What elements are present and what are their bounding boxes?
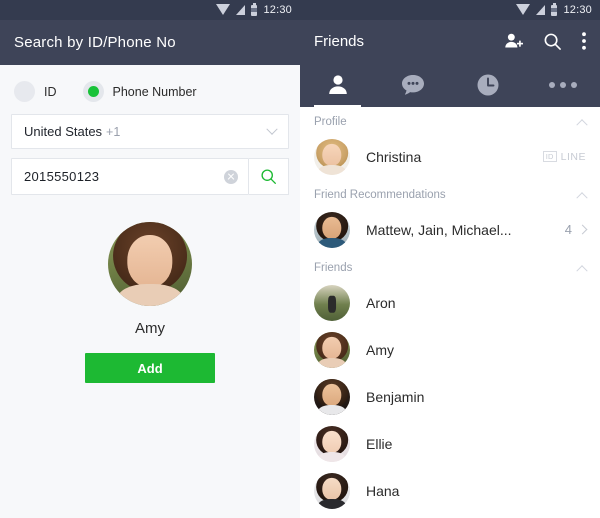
- status-bar-left: 12:30: [0, 0, 300, 20]
- clear-icon[interactable]: [224, 169, 238, 184]
- status-clock: 12:30: [563, 4, 592, 16]
- section-title: Friend Recommendations: [314, 189, 446, 201]
- right-screen: 12:30 Friends Profile Christina ID LINE …: [300, 0, 600, 518]
- avatar: [314, 211, 350, 248]
- search-button[interactable]: [249, 158, 289, 195]
- section-header-friends[interactable]: Friends: [300, 253, 600, 279]
- badge-text: LINE: [560, 150, 586, 163]
- country-dial-code: +1: [106, 124, 121, 139]
- chevron-up-icon: [576, 192, 588, 204]
- list-item[interactable]: Christina ID LINE: [300, 133, 600, 180]
- list-item-name: Ellie: [366, 435, 393, 452]
- status-icons: [216, 2, 258, 16]
- table-row[interactable]: Aron: [300, 279, 600, 326]
- signal-icon: [536, 5, 546, 15]
- section-header-profile[interactable]: Profile: [300, 107, 600, 133]
- country-select[interactable]: United States +1: [11, 114, 289, 149]
- avatar-art: [108, 222, 192, 306]
- result-avatar: [108, 222, 192, 306]
- battery-icon: [551, 2, 558, 16]
- page-title: Search by ID/Phone No: [14, 34, 176, 51]
- list-item[interactable]: Mattew, Jain, Michael... 4: [300, 206, 600, 253]
- person-icon: [328, 74, 347, 94]
- tab-more[interactable]: [525, 62, 600, 107]
- avatar: [314, 284, 350, 321]
- friends-header: Friends: [300, 20, 600, 62]
- chevron-down-icon: [266, 123, 278, 135]
- search-mode-group: ID Phone Number: [0, 65, 300, 114]
- wifi-icon: [516, 4, 531, 15]
- table-row[interactable]: Amy: [300, 326, 600, 373]
- avatar: [314, 472, 350, 509]
- overflow-menu-icon[interactable]: [582, 32, 586, 50]
- search-result: Amy Add: [0, 195, 300, 383]
- list-item-name: Hana: [366, 482, 400, 499]
- list-item-name: Aron: [366, 294, 396, 311]
- avatar: [314, 331, 350, 368]
- search-icon[interactable]: [543, 32, 562, 51]
- table-row[interactable]: yeongok choi: [300, 514, 600, 518]
- status-badge: ID LINE: [542, 150, 586, 163]
- tab-friends[interactable]: [300, 62, 375, 107]
- friends-screen: Friends Profile Christina ID LINE Friend…: [300, 20, 600, 518]
- section-title: Profile: [314, 116, 347, 128]
- list-item-name: Amy: [366, 341, 394, 358]
- recommendation-count: 4: [564, 222, 588, 237]
- status-clock: 12:30: [263, 4, 292, 16]
- section-title: Friends: [314, 262, 353, 274]
- clock-icon: [477, 74, 498, 95]
- status-bar-right: 12:30: [300, 0, 600, 20]
- signal-icon: [236, 5, 246, 15]
- count-value: 4: [564, 222, 572, 237]
- radio-option-id[interactable]: ID: [14, 81, 57, 102]
- list-item-name: Benjamin: [366, 388, 425, 405]
- left-screen: 12:30 Search by ID/Phone No ID Phone Num…: [0, 0, 300, 518]
- result-name: Amy: [135, 320, 165, 337]
- tab-bar: [300, 62, 600, 107]
- avatar: [314, 138, 350, 175]
- table-row[interactable]: Benjamin: [300, 373, 600, 420]
- chevron-up-icon: [576, 265, 588, 277]
- more-dots-icon: [548, 81, 577, 88]
- search-screen: Search by ID/Phone No ID Phone Number Un…: [0, 20, 300, 518]
- badge-id: ID: [542, 150, 557, 163]
- table-row[interactable]: Ellie: [300, 420, 600, 467]
- radio-circle-id: [14, 81, 35, 102]
- radio-label-phone: Phone Number: [112, 84, 197, 99]
- phone-search-row: 2015550123: [11, 158, 289, 195]
- list-item-name: Mattew, Jain, Michael...: [366, 221, 512, 238]
- chevron-up-icon: [576, 119, 588, 131]
- chat-bubble-icon: [401, 74, 424, 95]
- radio-option-phone[interactable]: Phone Number: [82, 81, 197, 102]
- wifi-icon: [216, 4, 231, 15]
- section-header-recommendations[interactable]: Friend Recommendations: [300, 180, 600, 206]
- avatar: [314, 378, 350, 415]
- list-item-name: Christina: [366, 148, 422, 165]
- avatar: [314, 425, 350, 462]
- search-header: Search by ID/Phone No: [0, 20, 300, 65]
- status-icons-right: [516, 2, 558, 16]
- tab-timeline[interactable]: [450, 62, 525, 107]
- dual-screen-container: 12:30 Search by ID/Phone No ID Phone Num…: [0, 0, 600, 518]
- country-name: United States: [24, 124, 103, 139]
- phone-input-value: 2015550123: [24, 169, 100, 184]
- friends-title: Friends: [314, 32, 365, 50]
- search-icon: [261, 169, 276, 184]
- add-button[interactable]: Add: [85, 353, 215, 383]
- header-actions: [504, 32, 586, 51]
- radio-circle-phone: [82, 81, 104, 102]
- battery-icon: [251, 2, 258, 16]
- chevron-right-icon: [577, 224, 588, 235]
- phone-input[interactable]: 2015550123: [11, 158, 249, 195]
- add-friend-icon[interactable]: [504, 32, 523, 51]
- table-row[interactable]: Hana: [300, 467, 600, 514]
- tab-chats[interactable]: [375, 62, 450, 107]
- radio-label-id: ID: [44, 84, 57, 99]
